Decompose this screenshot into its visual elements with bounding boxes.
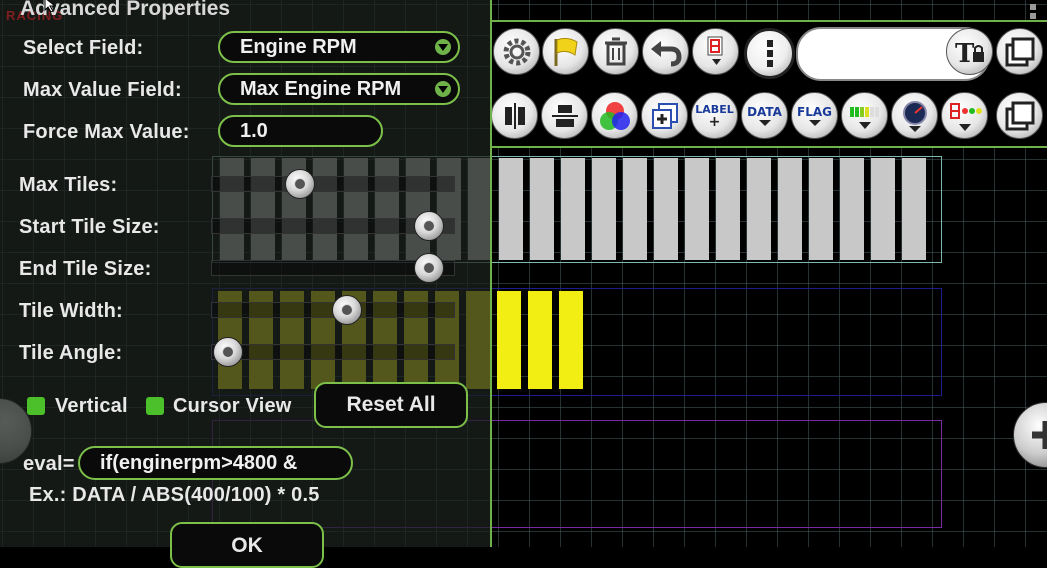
data-dropdown-icon[interactable]: DATA: [741, 92, 788, 139]
vertical-checkbox[interactable]: [27, 397, 45, 415]
digit-display-icon[interactable]: [692, 28, 739, 75]
max-value-field-label: Max Value Field:: [23, 79, 182, 101]
bar-gauge-icon[interactable]: [841, 92, 888, 139]
color-rgb-icon[interactable]: [591, 92, 638, 139]
max-value-field-value: Max Engine RPM: [240, 77, 402, 100]
text-lock-icon[interactable]: T: [946, 28, 993, 75]
menu-grip-icon[interactable]: [1029, 3, 1037, 19]
force-max-value-text: 1.0: [240, 119, 268, 142]
copy-icon[interactable]: [996, 92, 1043, 139]
align-horizontal-icon[interactable]: [491, 92, 538, 139]
ok-button[interactable]: OK: [170, 522, 324, 568]
duplicate-add-icon[interactable]: [641, 92, 688, 139]
eval-label: eval=: [23, 453, 75, 475]
flag-dropdown-text: FLAG: [797, 104, 832, 119]
eval-input[interactable]: if(enginerpm>4800 &: [78, 446, 353, 480]
layers-icon[interactable]: [996, 28, 1043, 75]
cursor-view-checkbox-label[interactable]: Cursor View: [173, 395, 292, 418]
data-dropdown-text: DATA: [747, 104, 782, 119]
select-field-label: Select Field:: [23, 37, 144, 59]
flag-icon[interactable]: [542, 28, 589, 75]
flag-dropdown-icon[interactable]: FLAG: [791, 92, 838, 139]
tile-width-label: Tile Width:: [19, 300, 123, 322]
max-tiles-track[interactable]: [211, 176, 455, 192]
label-add-icon[interactable]: LABEL +: [691, 92, 738, 139]
plus-glyph: +: [708, 113, 721, 130]
max-value-field-dropdown[interactable]: Max Engine RPM: [218, 73, 460, 105]
tile-angle-track[interactable]: [211, 344, 455, 360]
vertical-checkbox-label[interactable]: Vertical: [55, 395, 128, 418]
tile-width-slider-knob[interactable]: [332, 295, 363, 325]
trash-icon[interactable]: [592, 28, 639, 75]
max-tiles-label: Max Tiles:: [19, 174, 118, 196]
chevron-down-icon: [435, 81, 451, 97]
advanced-properties-dialog: RACING Advanced Properties Select Field:…: [0, 0, 492, 568]
eval-example-text: Ex.: DATA / ABS(400/100) * 0.5: [29, 484, 320, 506]
eval-text: if(enginerpm>4800 &: [100, 451, 298, 474]
start-tile-size-slider-knob[interactable]: [413, 211, 444, 241]
tile-angle-label: Tile Angle:: [19, 342, 123, 364]
toolbar: T LABEL + DATA FLAG: [490, 20, 1047, 148]
cursor-view-checkbox[interactable]: [146, 397, 164, 415]
select-field-dropdown[interactable]: Engine RPM: [218, 31, 460, 63]
dial-gauge-icon[interactable]: [891, 92, 938, 139]
end-tile-size-label: End Tile Size:: [19, 258, 152, 280]
force-max-value-label: Force Max Value:: [23, 121, 190, 143]
reset-all-button[interactable]: Reset All: [314, 382, 468, 428]
undo-icon[interactable]: [642, 28, 689, 75]
settings-gear-icon[interactable]: [493, 28, 540, 75]
tile-angle-slider-knob[interactable]: [212, 337, 243, 367]
add-icon[interactable]: [1013, 402, 1047, 468]
cursor-arrow-icon: [44, 0, 58, 17]
force-max-value-input[interactable]: 1.0: [218, 115, 383, 147]
chevron-down-icon: [435, 39, 451, 55]
svg-text:T: T: [955, 39, 975, 68]
select-field-value: Engine RPM: [240, 35, 357, 58]
more-vertical-icon[interactable]: [744, 28, 795, 79]
max-tiles-slider-knob[interactable]: [285, 169, 316, 199]
align-vertical-icon[interactable]: [541, 92, 588, 139]
start-tile-size-label: Start Tile Size:: [19, 216, 160, 238]
end-tile-size-slider-knob[interactable]: [413, 253, 444, 283]
led-digit-icon[interactable]: [941, 92, 988, 139]
